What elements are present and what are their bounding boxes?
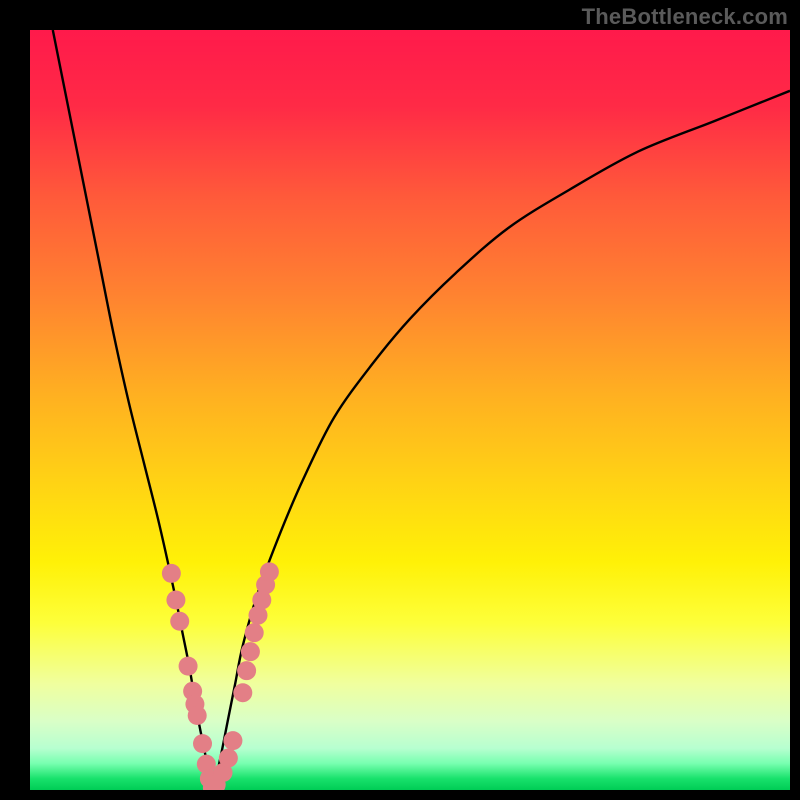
curve-marker	[162, 564, 181, 583]
curve-marker	[260, 562, 279, 581]
bottleneck-chart	[30, 30, 790, 790]
watermark-text: TheBottleneck.com	[582, 4, 788, 30]
curve-marker	[188, 706, 207, 725]
curve-marker	[166, 591, 185, 610]
curve-marker	[223, 731, 242, 750]
curve-marker	[193, 734, 212, 753]
gradient-background	[30, 30, 790, 790]
outer-frame: TheBottleneck.com	[0, 0, 800, 800]
curve-marker	[241, 642, 260, 661]
curve-marker	[179, 657, 198, 676]
curve-marker	[245, 623, 264, 642]
curve-marker	[219, 749, 238, 768]
plot-area	[30, 30, 790, 790]
curve-marker	[170, 612, 189, 631]
curve-marker	[233, 683, 252, 702]
curve-marker	[237, 661, 256, 680]
